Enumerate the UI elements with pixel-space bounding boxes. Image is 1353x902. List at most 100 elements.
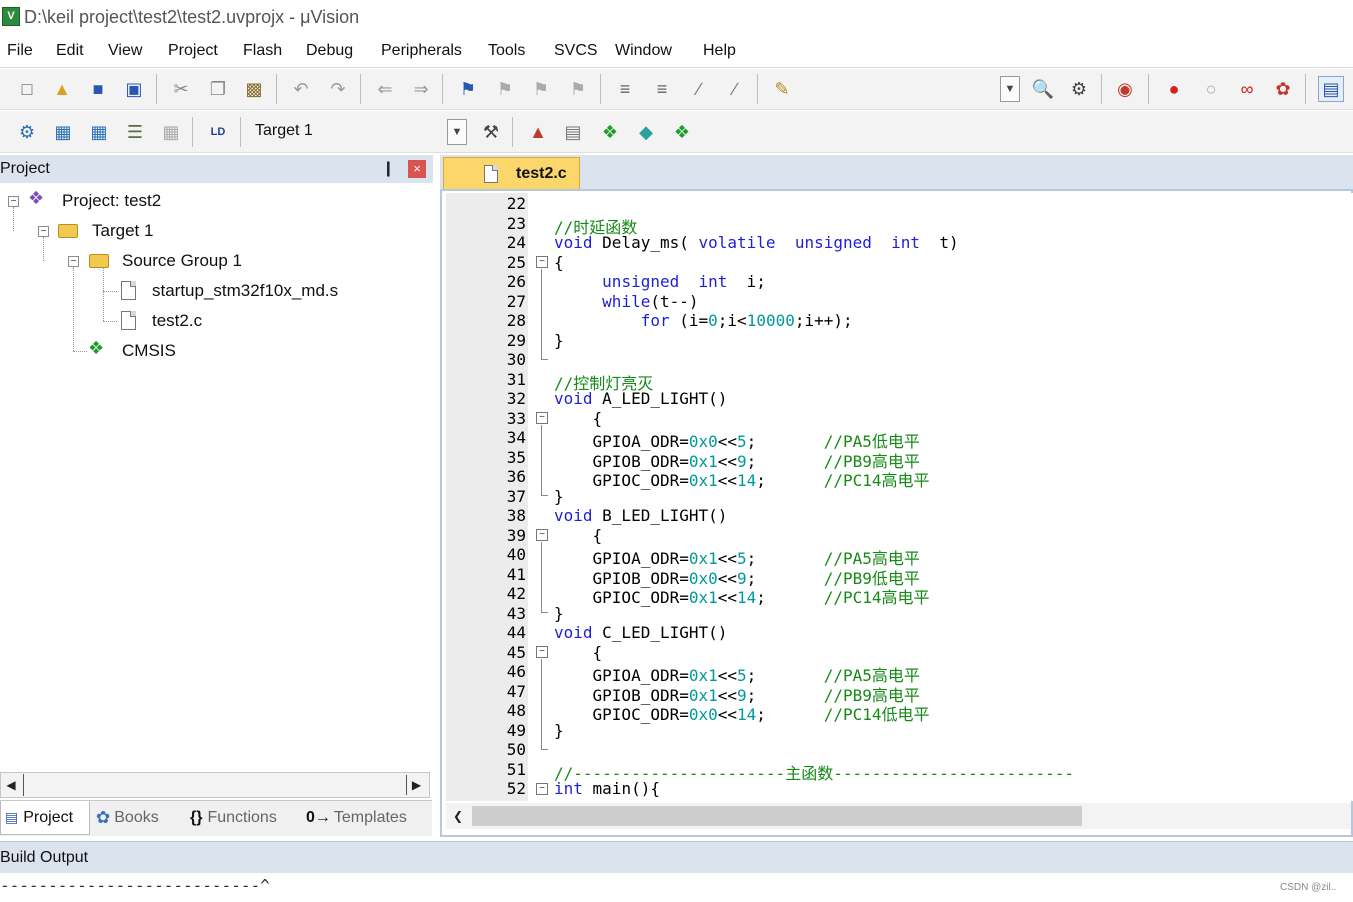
scroll-left-icon[interactable]: ◀	[1, 775, 21, 795]
scroll-thumb[interactable]	[23, 774, 24, 796]
bookmark-icon[interactable]: ⚑	[455, 76, 481, 102]
tab-functions[interactable]: {} Functions	[190, 801, 298, 835]
code-token: int	[891, 233, 921, 252]
nav-forward-icon[interactable]: ⇒	[408, 76, 434, 102]
configure-icon[interactable]: ▤	[1318, 76, 1344, 102]
project-icon: ❖	[28, 188, 45, 208]
toolbar-separator	[1148, 74, 1149, 104]
translate-icon[interactable]: ⚙	[14, 119, 40, 145]
tree-item-project[interactable]: Project: test2	[62, 191, 161, 211]
menu-peripherals[interactable]: Peripherals	[381, 42, 462, 60]
pack-installer-icon[interactable]: ❖	[669, 119, 695, 145]
fold-toggle[interactable]: −	[536, 412, 548, 424]
uncomment-icon[interactable]: ∕	[722, 76, 748, 102]
rebuild-icon[interactable]: ▦	[86, 119, 112, 145]
find-in-files-icon[interactable]: ✎	[769, 76, 795, 102]
menu-tools[interactable]: Tools	[488, 42, 525, 60]
scroll-right-icon[interactable]: ▶	[406, 775, 426, 795]
menu-flash[interactable]: Flash	[243, 42, 282, 60]
collapse-icon[interactable]: −	[68, 256, 79, 267]
code-token: 0x1	[688, 588, 718, 607]
menu-file[interactable]: File	[7, 42, 33, 60]
menu-debug[interactable]: Debug	[306, 42, 353, 60]
fold-toggle[interactable]: −	[536, 529, 548, 541]
stop-build-icon[interactable]: ▦	[158, 119, 184, 145]
fold-toggle[interactable]: −	[536, 256, 548, 268]
run-time-environment-icon[interactable]: ❖	[597, 119, 623, 145]
toolbar-separator	[156, 74, 157, 104]
debug-session-icon[interactable]: ◉	[1112, 76, 1138, 102]
bookmark-clear-icon[interactable]: ⚑	[565, 76, 591, 102]
breakpoint-disable-all-icon[interactable]: ∞	[1234, 76, 1260, 102]
breakpoint-disable-icon[interactable]: ○	[1198, 76, 1224, 102]
line-number: 38	[506, 506, 526, 525]
tree-connector	[103, 321, 117, 322]
build-icon[interactable]: ▦	[50, 119, 76, 145]
line-number: 49	[506, 720, 526, 740]
scroll-left-icon[interactable]: ❮	[448, 806, 468, 826]
tab-templates[interactable]: 0→ Templates	[306, 801, 426, 835]
line-number: 52	[506, 779, 526, 798]
new-file-icon[interactable]: □	[14, 76, 40, 102]
unindent-icon[interactable]: ≡	[649, 76, 675, 102]
copy-icon[interactable]: ❐	[205, 76, 231, 102]
download-icon[interactable]: LD	[205, 119, 231, 145]
editor-tab-test2[interactable]: test2.c	[443, 157, 580, 189]
target-select[interactable]: Target 1	[255, 122, 313, 140]
fold-toggle[interactable]: −	[536, 646, 548, 658]
collapse-icon[interactable]: −	[8, 196, 19, 207]
menu-view[interactable]: View	[108, 42, 142, 60]
file-extensions-icon[interactable]: ▲	[525, 119, 551, 145]
breakpoint-kill-all-icon[interactable]: ✿	[1270, 76, 1296, 102]
open-folder-icon[interactable]: ▲	[49, 76, 75, 102]
editor-scroll-thumb[interactable]	[472, 806, 1082, 826]
tree-item-file[interactable]: startup_stm32f10x_md.s	[152, 281, 338, 301]
replace-icon[interactable]: ⚙	[1066, 76, 1092, 102]
tree-item-file[interactable]: test2.c	[152, 311, 202, 331]
comment-icon[interactable]: ∕	[686, 76, 712, 102]
nav-back-icon[interactable]: ⇐	[372, 76, 398, 102]
pin-icon[interactable]: ❙	[382, 159, 395, 177]
tab-books[interactable]: ✿ Books	[96, 801, 184, 835]
code-line: GPIOC_ODR=0x1<<14; //PC14高电平	[554, 584, 930, 608]
batch-build-icon[interactable]: ☰	[122, 119, 148, 145]
menu-help[interactable]: Help	[703, 42, 736, 60]
code-line: for (i=0;i<10000;i++);	[554, 311, 853, 330]
tree-connector	[103, 267, 104, 321]
code-token: ;i<	[717, 311, 747, 330]
save-icon[interactable]: ■	[85, 76, 111, 102]
tab-project[interactable]: ▤ Project	[0, 801, 90, 835]
tree-item-target[interactable]: Target 1	[92, 221, 153, 241]
target-options-icon[interactable]: ⚒	[478, 119, 504, 145]
redo-icon[interactable]: ↷	[325, 76, 351, 102]
line-number: 45	[506, 642, 526, 662]
find-dropdown[interactable]: ▼	[1000, 76, 1020, 102]
bookmark-prev-icon[interactable]: ⚑	[492, 76, 518, 102]
cut-icon[interactable]: ✂	[168, 76, 194, 102]
target-dropdown[interactable]: ▼	[447, 119, 467, 145]
breakpoint-icon[interactable]: ●	[1161, 76, 1187, 102]
bookmark-next-icon[interactable]: ⚑	[528, 76, 554, 102]
save-all-icon[interactable]: ▣	[121, 76, 147, 102]
editor-tab-bar: test2.c	[440, 155, 1353, 189]
project-scrollbar[interactable]: ◀ ▶	[0, 772, 430, 798]
menu-edit[interactable]: Edit	[56, 42, 84, 60]
file-icon	[484, 165, 498, 183]
find-icon[interactable]: 🔍	[1030, 76, 1056, 102]
menu-window[interactable]: Window	[615, 42, 672, 60]
code-token: A_LED_LIGHT()	[592, 389, 728, 408]
tree-item-source-group[interactable]: Source Group 1	[122, 251, 242, 271]
fold-toggle[interactable]: −	[536, 783, 548, 795]
code-token: (i=	[669, 311, 709, 330]
indent-icon[interactable]: ≡	[612, 76, 638, 102]
close-icon[interactable]: ×	[408, 160, 426, 178]
select-packs-icon[interactable]: ◆	[633, 119, 659, 145]
menu-svcs[interactable]: SVCS	[554, 42, 598, 60]
tree-item-cmsis[interactable]: CMSIS	[122, 341, 176, 361]
paste-icon[interactable]: ▩	[241, 76, 267, 102]
collapse-icon[interactable]: −	[38, 226, 49, 237]
manage-components-icon[interactable]: ▤	[560, 119, 586, 145]
tree-connector	[73, 267, 74, 351]
undo-icon[interactable]: ↶	[288, 76, 314, 102]
menu-project[interactable]: Project	[168, 42, 218, 60]
